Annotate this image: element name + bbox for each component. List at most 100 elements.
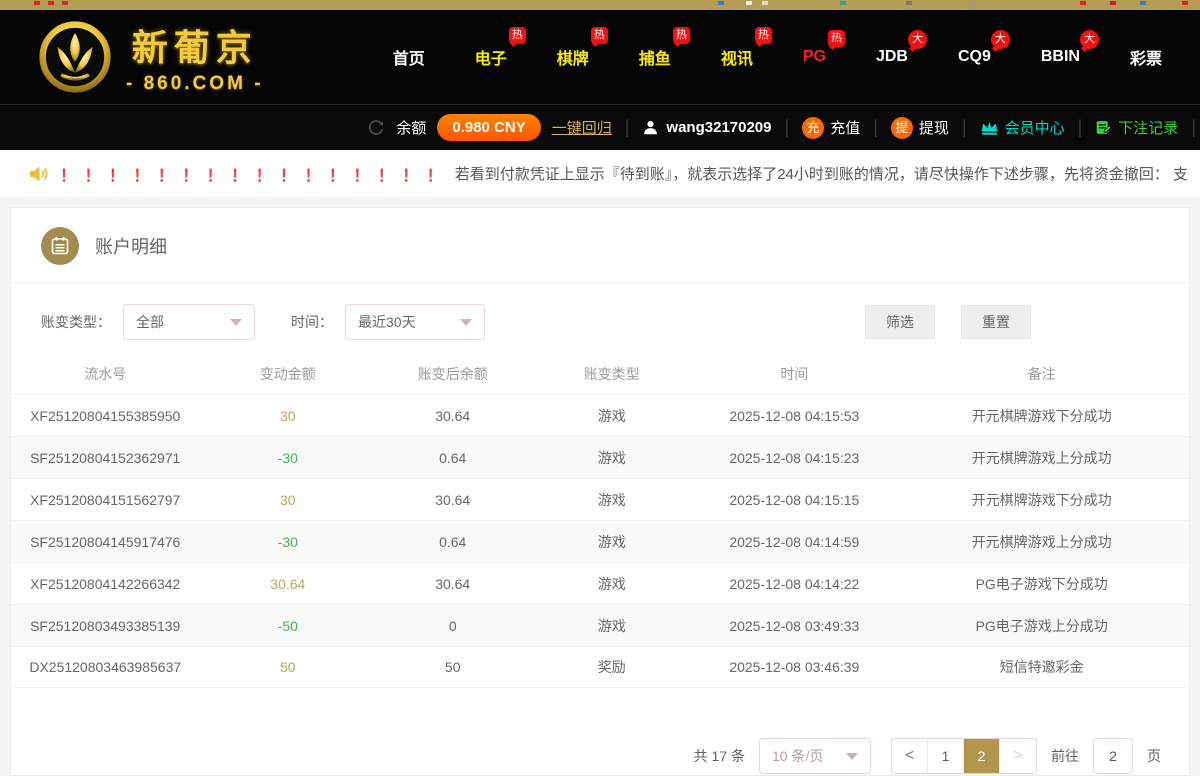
cell-type: 奖励 <box>529 657 694 677</box>
cell-type: 游戏 <box>529 448 694 468</box>
page-button-1[interactable]: 1 <box>928 739 964 773</box>
time-select[interactable]: 最近30天 <box>345 304 485 340</box>
table-row: XF25120804155385950 30 30.64 游戏 2025-12-… <box>11 394 1189 436</box>
divider: | <box>873 117 878 138</box>
hot-badge: 热 <box>509 27 526 44</box>
user-bar: 余额 0.980 CNY 一键回归 | wang32170209 | 充 充值 … <box>0 104 1200 150</box>
nav-label: BBIN <box>1041 48 1080 65</box>
top-banner-strip <box>0 0 1200 10</box>
cell-serial: XF25120804155385950 <box>11 408 199 424</box>
cell-type: 游戏 <box>529 406 694 426</box>
cell-amount: -50 <box>199 618 376 634</box>
deposit-button[interactable]: 充 充值 <box>802 117 860 139</box>
cell-serial: SF25120804145917476 <box>11 534 199 550</box>
notice-exclamations: ！ ！ ！ ！ ！ ！ ！ ！ ！ ！ ！ ！ ！ ！ ！ ！ <box>60 162 445 186</box>
divider: | <box>1078 117 1083 138</box>
nav-item-pg[interactable]: PG 热 <box>803 48 826 66</box>
nav-label: PG <box>803 48 826 65</box>
cell-amount: -30 <box>199 450 376 466</box>
notice-text: 若看到付款凭证上显示『待到账』，就表示选择了24小时到账的情况，请尽快操作下述步… <box>455 163 1188 184</box>
table-header-row: 流水号 变动金额 账变后余额 账变类型 时间 备注 <box>11 354 1189 394</box>
filter-row: 账变类型： 全部 时间： 最近30天 筛选 重置 <box>11 284 1189 340</box>
logo-title: 新葡京 <box>126 19 264 71</box>
card-title-row: 账户明细 <box>11 208 1189 284</box>
site-logo[interactable]: 新葡京 - 860.COM - <box>38 19 264 95</box>
crown-icon <box>980 119 999 136</box>
withdraw-icon: 提 <box>891 117 913 139</box>
notice-bar: ！ ！ ！ ！ ！ ！ ！ ！ ！ ！ ！ ！ ！ ！ ！ ！ 若看到付款凭证上… <box>0 150 1200 197</box>
type-filter-label: 账变类型： <box>41 312 111 332</box>
cell-serial: XF25120804142266342 <box>11 576 199 592</box>
cell-time: 2025-12-08 04:15:15 <box>694 492 894 508</box>
col-header-type: 账变类型 <box>529 364 694 384</box>
divider: | <box>785 117 790 138</box>
cell-amount: 50 <box>199 659 376 675</box>
deposit-icon: 充 <box>802 117 824 139</box>
balance-label: 余额 <box>396 117 426 138</box>
cell-balance: 50 <box>376 659 529 675</box>
page-title: 账户明细 <box>95 233 167 259</box>
cell-serial: XF25120804151562797 <box>11 492 199 508</box>
reset-button[interactable]: 重置 <box>961 305 1031 339</box>
page-button-2-active[interactable]: 2 <box>964 739 1000 773</box>
cell-serial: DX25120803463985637 <box>11 659 199 675</box>
cell-time: 2025-12-08 04:14:59 <box>694 534 894 550</box>
refresh-balance-icon[interactable] <box>367 119 385 137</box>
user-ident: wang32170209 <box>642 119 771 136</box>
nav-label: JDB <box>876 48 908 65</box>
logo-domain: - 860.COM - <box>126 73 264 95</box>
col-header-remark: 备注 <box>894 364 1189 384</box>
hot-badge: 热 <box>673 27 690 44</box>
hot-badge: 热 <box>591 27 608 44</box>
next-page-button[interactable]: > <box>1000 739 1036 773</box>
col-header-balance: 账变后余额 <box>376 364 529 384</box>
nav-item-cards[interactable]: 棋牌 热 <box>557 45 589 69</box>
ledger-icon <box>41 227 79 265</box>
nav-label: 电子 <box>475 51 507 68</box>
table-row: DX25120803463985637 50 50 奖励 2025-12-08 … <box>11 646 1189 688</box>
goto-suffix: 页 <box>1147 746 1161 766</box>
withdraw-label: 提现 <box>919 117 949 138</box>
type-select[interactable]: 全部 <box>123 304 255 340</box>
user-icon <box>642 119 659 136</box>
cell-serial: SF25120804152362971 <box>11 450 199 466</box>
nav-item-lottery[interactable]: 彩票 <box>1130 45 1162 69</box>
filter-button[interactable]: 筛选 <box>865 305 935 339</box>
main-nav: 首页 电子 热 棋牌 热 捕鱼 热 视讯 热 PG 热 <box>393 45 1180 69</box>
page-size-select[interactable]: 10 条/页 <box>759 738 871 774</box>
nav-label: 捕鱼 <box>639 51 671 68</box>
table-row: XF25120804151562797 30 30.64 游戏 2025-12-… <box>11 478 1189 520</box>
nav-item-home[interactable]: 首页 <box>393 45 425 69</box>
cell-remark: 开元棋牌游戏下分成功 <box>894 406 1189 426</box>
bet-record-icon <box>1095 119 1112 136</box>
member-center-link[interactable]: 会员中心 <box>980 117 1065 138</box>
cell-serial: SF25120803493385139 <box>11 618 199 634</box>
goto-page-input[interactable] <box>1093 738 1133 774</box>
type-select-value: 全部 <box>136 312 164 332</box>
one-key-return-link[interactable]: 一键回归 <box>552 117 612 138</box>
divider: | <box>1191 117 1196 138</box>
nav-item-slots[interactable]: 电子 热 <box>475 45 507 69</box>
prev-page-button[interactable]: < <box>892 739 928 773</box>
table-row: XF25120804142266342 30.64 30.64 游戏 2025-… <box>11 562 1189 604</box>
member-center-label: 会员中心 <box>1005 117 1065 138</box>
cell-balance: 0.64 <box>376 450 529 466</box>
cell-time: 2025-12-08 04:14:22 <box>694 576 894 592</box>
cell-balance: 0.64 <box>376 534 529 550</box>
cell-balance: 0 <box>376 618 529 634</box>
total-count: 共 17 条 <box>694 746 745 766</box>
top-strip-fragments <box>34 1 40 5</box>
balance-value[interactable]: 0.980 CNY <box>437 114 540 141</box>
nav-item-bbin[interactable]: BBIN 大 <box>1041 48 1080 66</box>
cell-remark: 短信特邀彩金 <box>894 657 1189 677</box>
nav-label: 首页 <box>393 51 425 68</box>
nav-item-fishing[interactable]: 捕鱼 热 <box>639 45 671 69</box>
bet-records-link[interactable]: 下注记录 <box>1095 117 1178 138</box>
cell-amount: -30 <box>199 534 376 550</box>
nav-item-cq9[interactable]: CQ9 大 <box>958 48 991 66</box>
withdraw-button[interactable]: 提 提现 <box>891 117 949 139</box>
nav-item-live[interactable]: 视讯 热 <box>721 45 753 69</box>
goto-label: 前往 <box>1051 746 1079 766</box>
nav-item-jdb[interactable]: JDB 大 <box>876 48 908 66</box>
page: 新葡京 - 860.COM - 首页 电子 热 棋牌 热 捕鱼 热 视讯 热 <box>0 0 1200 776</box>
